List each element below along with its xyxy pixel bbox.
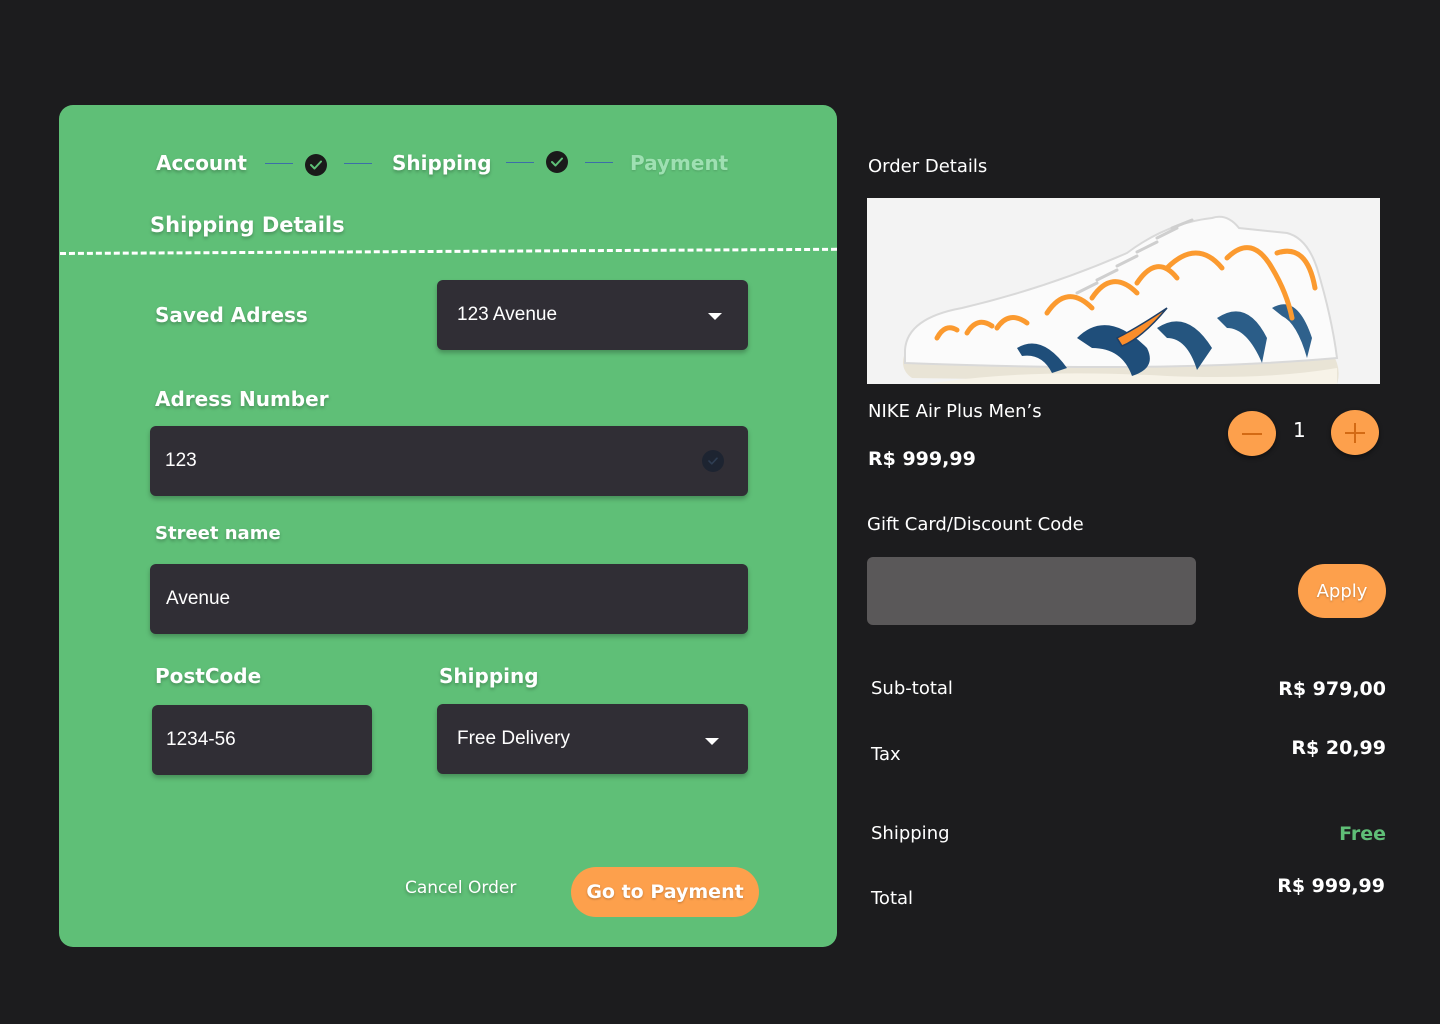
valid-check-icon (702, 450, 724, 472)
apply-button[interactable]: Apply (1298, 564, 1386, 618)
product-price: R$ 999,99 (868, 448, 976, 470)
shipping-method-label: Shipping (439, 664, 539, 688)
cancel-order-button[interactable]: Cancel Order (405, 878, 516, 898)
total-value: R$ 999,99 (1277, 875, 1385, 897)
product-image (867, 198, 1380, 384)
decrease-quantity-button[interactable] (1228, 411, 1276, 456)
increase-quantity-button[interactable] (1331, 410, 1379, 455)
order-details-title: Order Details (868, 156, 988, 177)
discount-code-input[interactable] (867, 557, 1196, 625)
street-name-field[interactable]: Avenue (150, 564, 748, 634)
saved-address-value: 123 Avenue (457, 304, 558, 325)
total-label: Total (871, 888, 914, 909)
address-number-label: Adress Number (155, 387, 329, 411)
sneaker-icon (867, 198, 1380, 384)
tax-value: R$ 20,99 (1291, 737, 1386, 759)
postcode-field[interactable]: 1234-56 (152, 705, 372, 775)
product-name: NIKE Air Plus Men’s (868, 401, 1042, 422)
plus-icon (1345, 422, 1365, 443)
tax-label: Tax (871, 744, 901, 765)
go-to-payment-button[interactable]: Go to Payment (571, 867, 759, 917)
step-check-icon (546, 151, 568, 173)
subtotal-value: R$ 979,00 (1278, 678, 1386, 700)
shipping-label: Shipping (871, 823, 950, 844)
step-connector (265, 163, 293, 164)
step-check-icon (305, 154, 327, 176)
address-number-field[interactable]: 123 (150, 426, 748, 496)
subtotal-label: Sub-total (871, 678, 953, 699)
quantity-value: 1 (1293, 418, 1306, 442)
postcode-value: 1234-56 (166, 729, 236, 750)
street-name-label: Street name (155, 523, 281, 544)
step-account[interactable]: Account (156, 151, 247, 175)
saved-address-select[interactable]: 123 Avenue (437, 280, 748, 350)
shipping-method-select[interactable]: Free Delivery (437, 704, 748, 774)
address-number-value: 123 (165, 450, 197, 471)
shipping-method-value: Free Delivery (457, 728, 570, 749)
discount-code-label: Gift Card/Discount Code (867, 514, 1084, 535)
step-connector (585, 162, 613, 163)
step-payment[interactable]: Payment (630, 151, 728, 175)
step-connector (506, 162, 534, 163)
section-title: Shipping Details (150, 213, 345, 237)
shipping-value: Free (1339, 823, 1386, 845)
chevron-down-icon (708, 313, 722, 320)
chevron-down-icon (705, 738, 719, 745)
step-shipping[interactable]: Shipping (392, 151, 492, 175)
saved-address-label: Saved Adress (155, 303, 308, 327)
street-name-value: Avenue (166, 588, 231, 609)
step-connector (344, 163, 372, 164)
minus-icon (1242, 432, 1262, 435)
postcode-label: PostCode (155, 664, 262, 688)
